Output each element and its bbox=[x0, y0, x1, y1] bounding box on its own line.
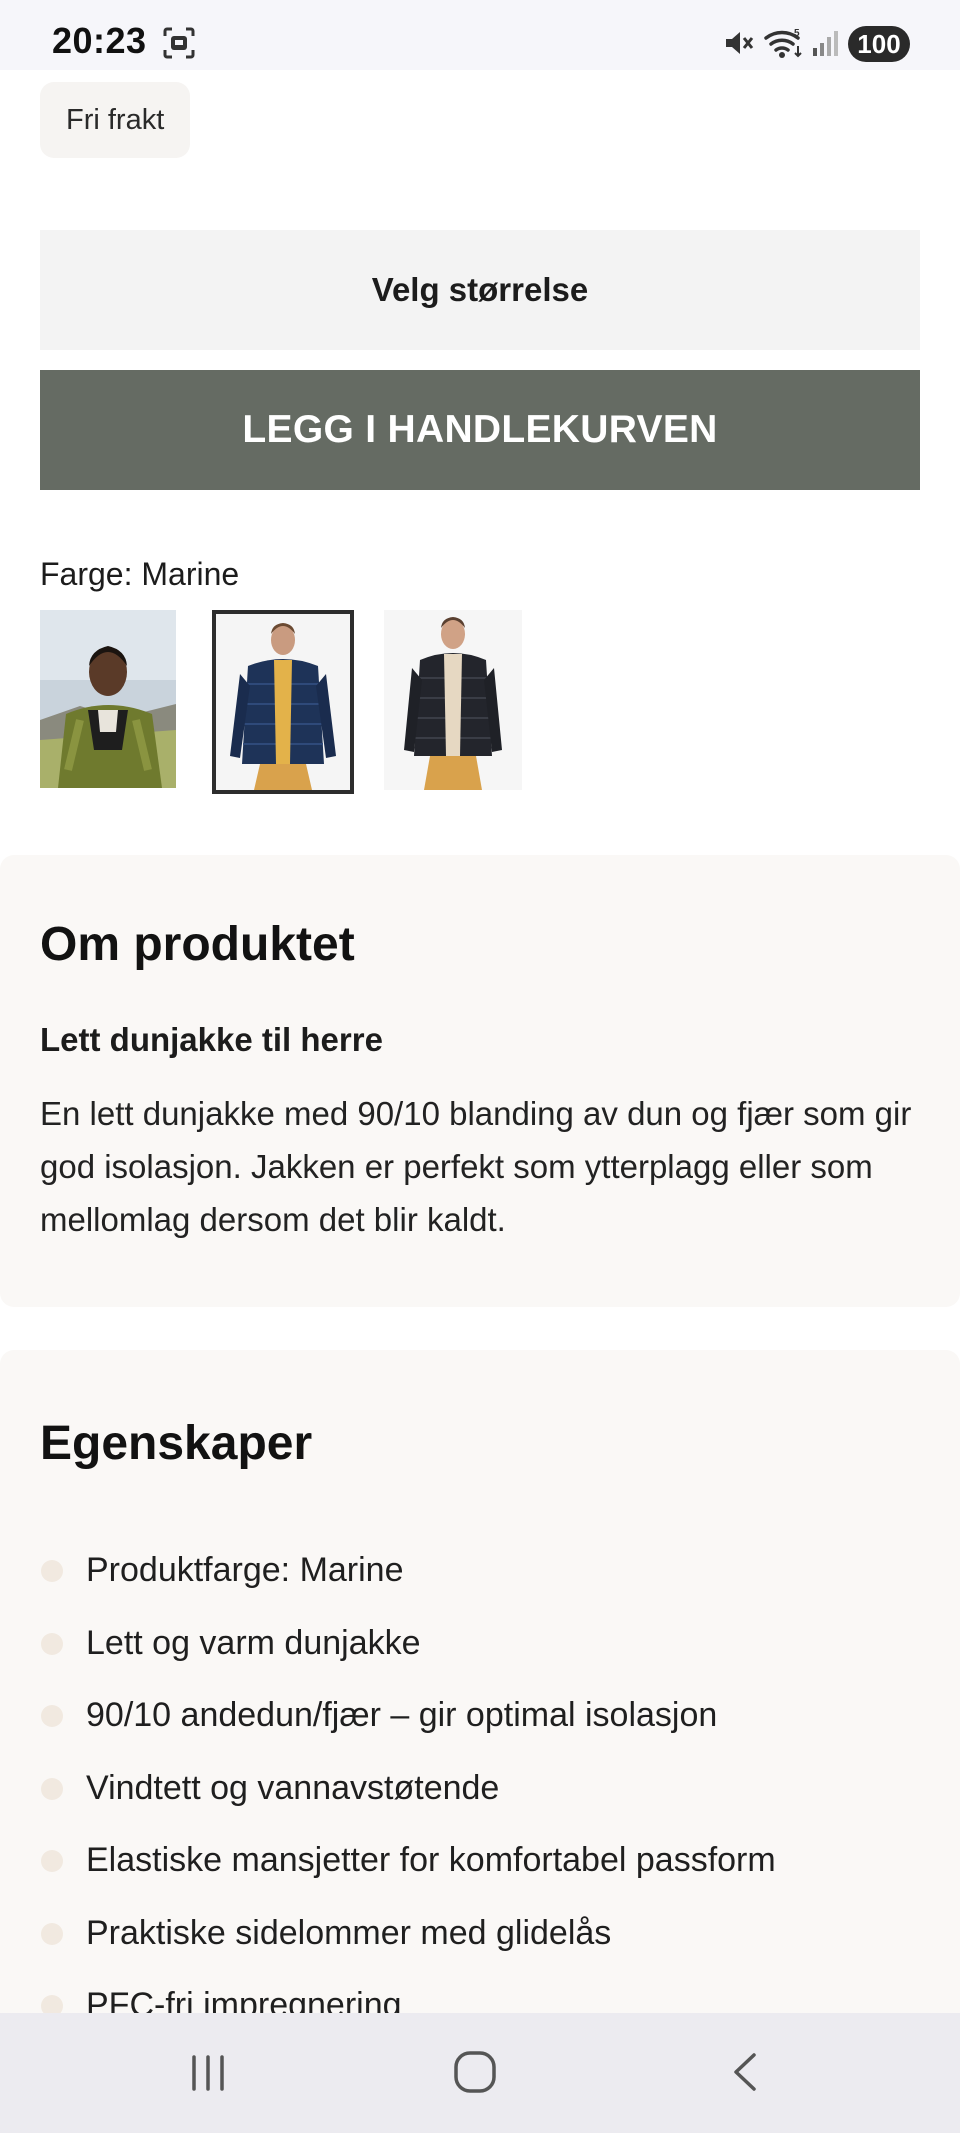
list-item: Praktiske sidelommer med glidelås bbox=[40, 1909, 776, 1982]
screenshot-icon bbox=[162, 26, 196, 60]
color-swatch-navy[interactable] bbox=[212, 610, 354, 794]
size-select-button[interactable]: Velg størrelse bbox=[40, 230, 920, 350]
color-swatch-olive[interactable] bbox=[40, 610, 176, 788]
color-label: Farge: Marine bbox=[40, 556, 240, 592]
color-swatch-black[interactable] bbox=[384, 610, 522, 790]
recents-icon[interactable] bbox=[186, 2051, 230, 2095]
olive-jacket-photo bbox=[40, 610, 176, 788]
signal-icon bbox=[810, 28, 840, 58]
system-navigation-bar bbox=[0, 2013, 960, 2133]
home-icon[interactable] bbox=[452, 2049, 498, 2095]
battery-indicator: 100 bbox=[848, 26, 910, 62]
list-item: 90/10 andedun/fjær – gir optimal isolasj… bbox=[40, 1691, 776, 1764]
mute-icon bbox=[722, 27, 754, 59]
list-item: Lett og varm dunjakke bbox=[40, 1619, 776, 1692]
section-title: Egenskaper bbox=[40, 1417, 313, 1470]
feature-text: 90/10 andedun/fjær – gir optimal isolasj… bbox=[86, 1696, 718, 1734]
feature-text: Praktiske sidelommer med glidelås bbox=[86, 1913, 612, 1952]
bullet-icon bbox=[41, 1850, 63, 1872]
navy-jacket-photo bbox=[216, 614, 350, 790]
status-bar: 20:23 5 100 bbox=[0, 0, 960, 70]
feature-text: Produktfarge: Marine bbox=[86, 1551, 404, 1589]
bullet-icon bbox=[41, 1922, 63, 1945]
product-subtitle: Lett dunjakke til herre bbox=[40, 1021, 383, 1058]
product-description: En lett dunjakke med 90/10 blanding av d… bbox=[40, 1095, 912, 1238]
black-jacket-photo bbox=[384, 610, 522, 790]
feature-text: Vindtett og vannavstøtende bbox=[86, 1768, 500, 1807]
wifi-icon: 5 bbox=[764, 26, 804, 60]
status-time: 20:23 bbox=[52, 20, 147, 61]
add-to-cart-button[interactable]: LEGG I HANDLEKURVEN bbox=[40, 370, 920, 490]
product-description-section: Om produktet Lett dunjakke til herre En … bbox=[0, 855, 960, 1307]
free-shipping-badge: Fri frakt bbox=[40, 82, 191, 158]
bullet-icon bbox=[41, 1777, 63, 1800]
bullet-icon bbox=[41, 1560, 63, 1582]
feature-text: Elastiske mansjetter for komfortabel pas… bbox=[86, 1841, 776, 1879]
list-item: Produktfarge: Marine bbox=[40, 1546, 776, 1619]
bullet-icon bbox=[41, 1632, 63, 1655]
section-title: Om produktet bbox=[40, 918, 355, 971]
back-icon[interactable] bbox=[726, 2049, 766, 2095]
bullet-icon bbox=[41, 1705, 63, 1727]
list-item: Vindtett og vannavstøtende bbox=[40, 1764, 776, 1837]
svg-text:5: 5 bbox=[794, 28, 800, 39]
feature-text: Lett og varm dunjakke bbox=[86, 1623, 421, 1662]
feature-list: Produktfarge: Marine Lett og varm dunjak… bbox=[40, 1546, 776, 2054]
list-item: Elastiske mansjetter for komfortabel pas… bbox=[40, 1836, 776, 1909]
